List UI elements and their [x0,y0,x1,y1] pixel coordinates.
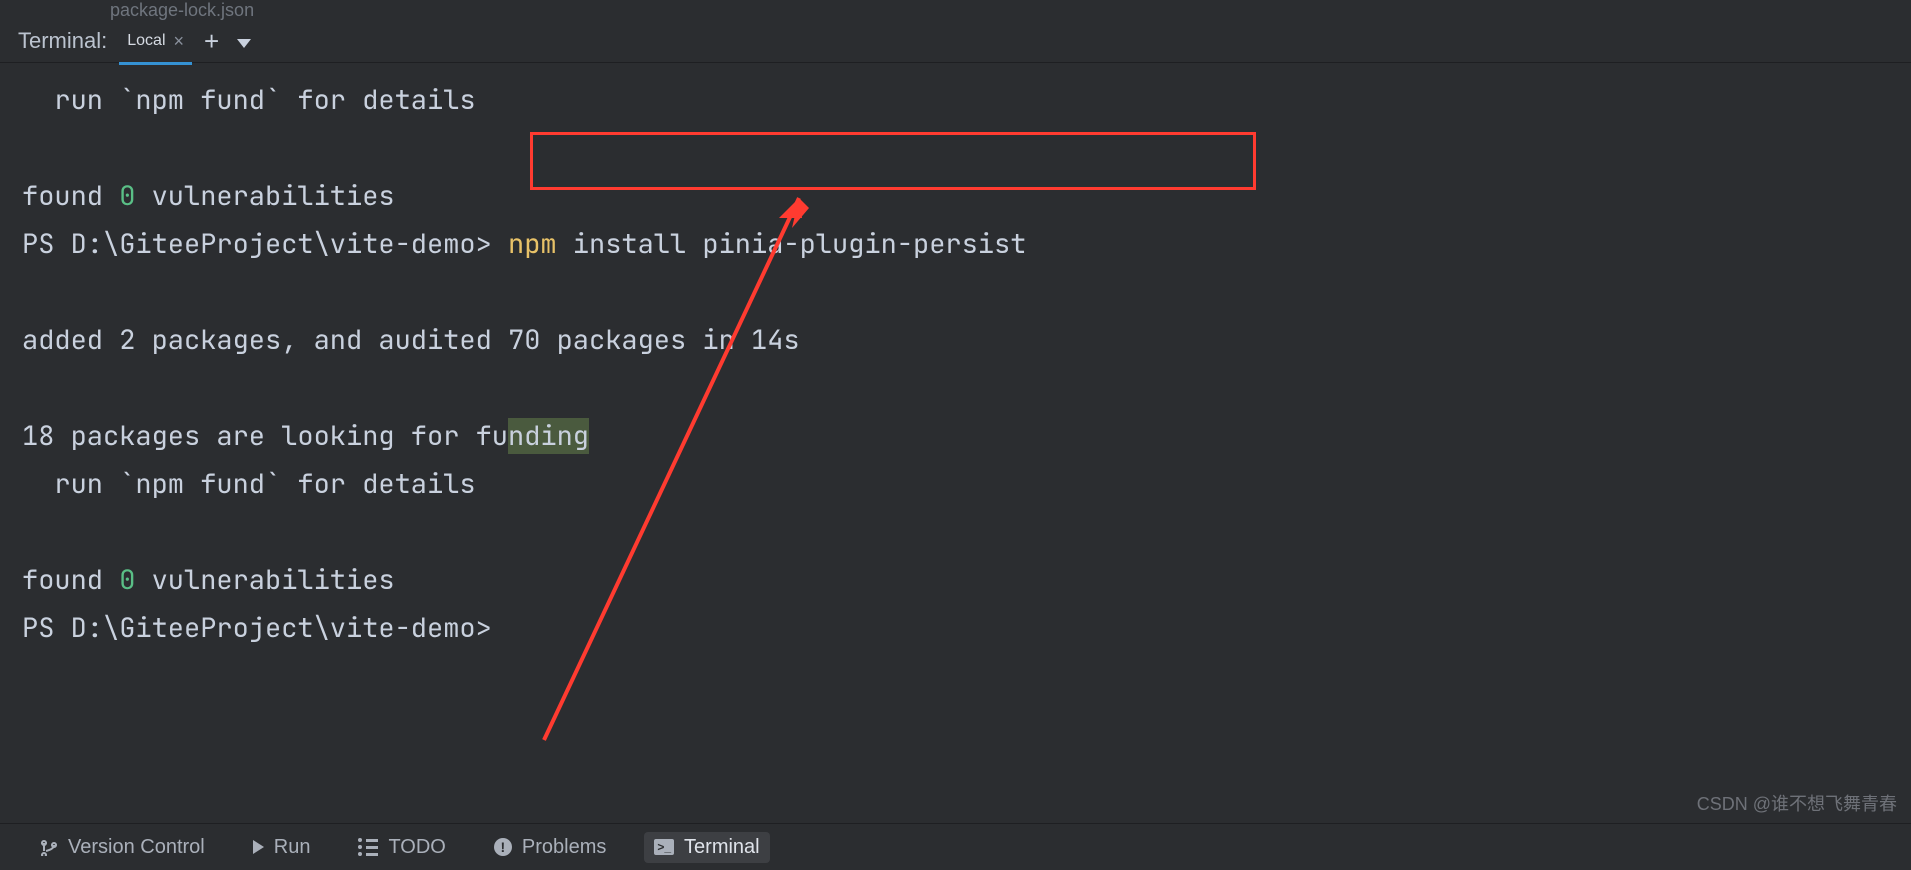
terminal-output[interactable]: run `npm fund` for details found 0 vulne… [0,62,1911,810]
terminal-icon: >_ [654,839,674,855]
tab-todo[interactable]: TODO [348,832,455,863]
tab-terminal[interactable]: >_ Terminal [644,832,769,863]
tab-version-control[interactable]: Version Control [30,832,215,863]
terminal-tool-tab-bar: Terminal: Local × + [0,20,1911,63]
bottom-toolbar: Version Control Run TODO ! Problems >_ T… [0,823,1911,870]
warning-icon: ! [494,838,512,856]
tab-label: Local [127,32,165,50]
watermark-text: CSDN @谁不想飞舞青春 [1697,790,1897,816]
annotation-highlight-box [530,132,1256,190]
list-icon [358,838,378,856]
tab-run[interactable]: Run [243,832,321,863]
play-icon [253,840,264,854]
session-dropdown-icon[interactable] [237,39,251,48]
close-icon[interactable]: × [174,31,185,52]
tool-window-title: Terminal: [18,28,107,54]
terminal-session-tab-local[interactable]: Local × [125,27,186,56]
branch-icon [40,838,58,856]
annotation-arrow [534,180,814,742]
tab-problems[interactable]: ! Problems [484,832,616,863]
clipped-tab-row: package-lock.json [0,0,1911,20]
new-session-button[interactable]: + [204,26,219,57]
